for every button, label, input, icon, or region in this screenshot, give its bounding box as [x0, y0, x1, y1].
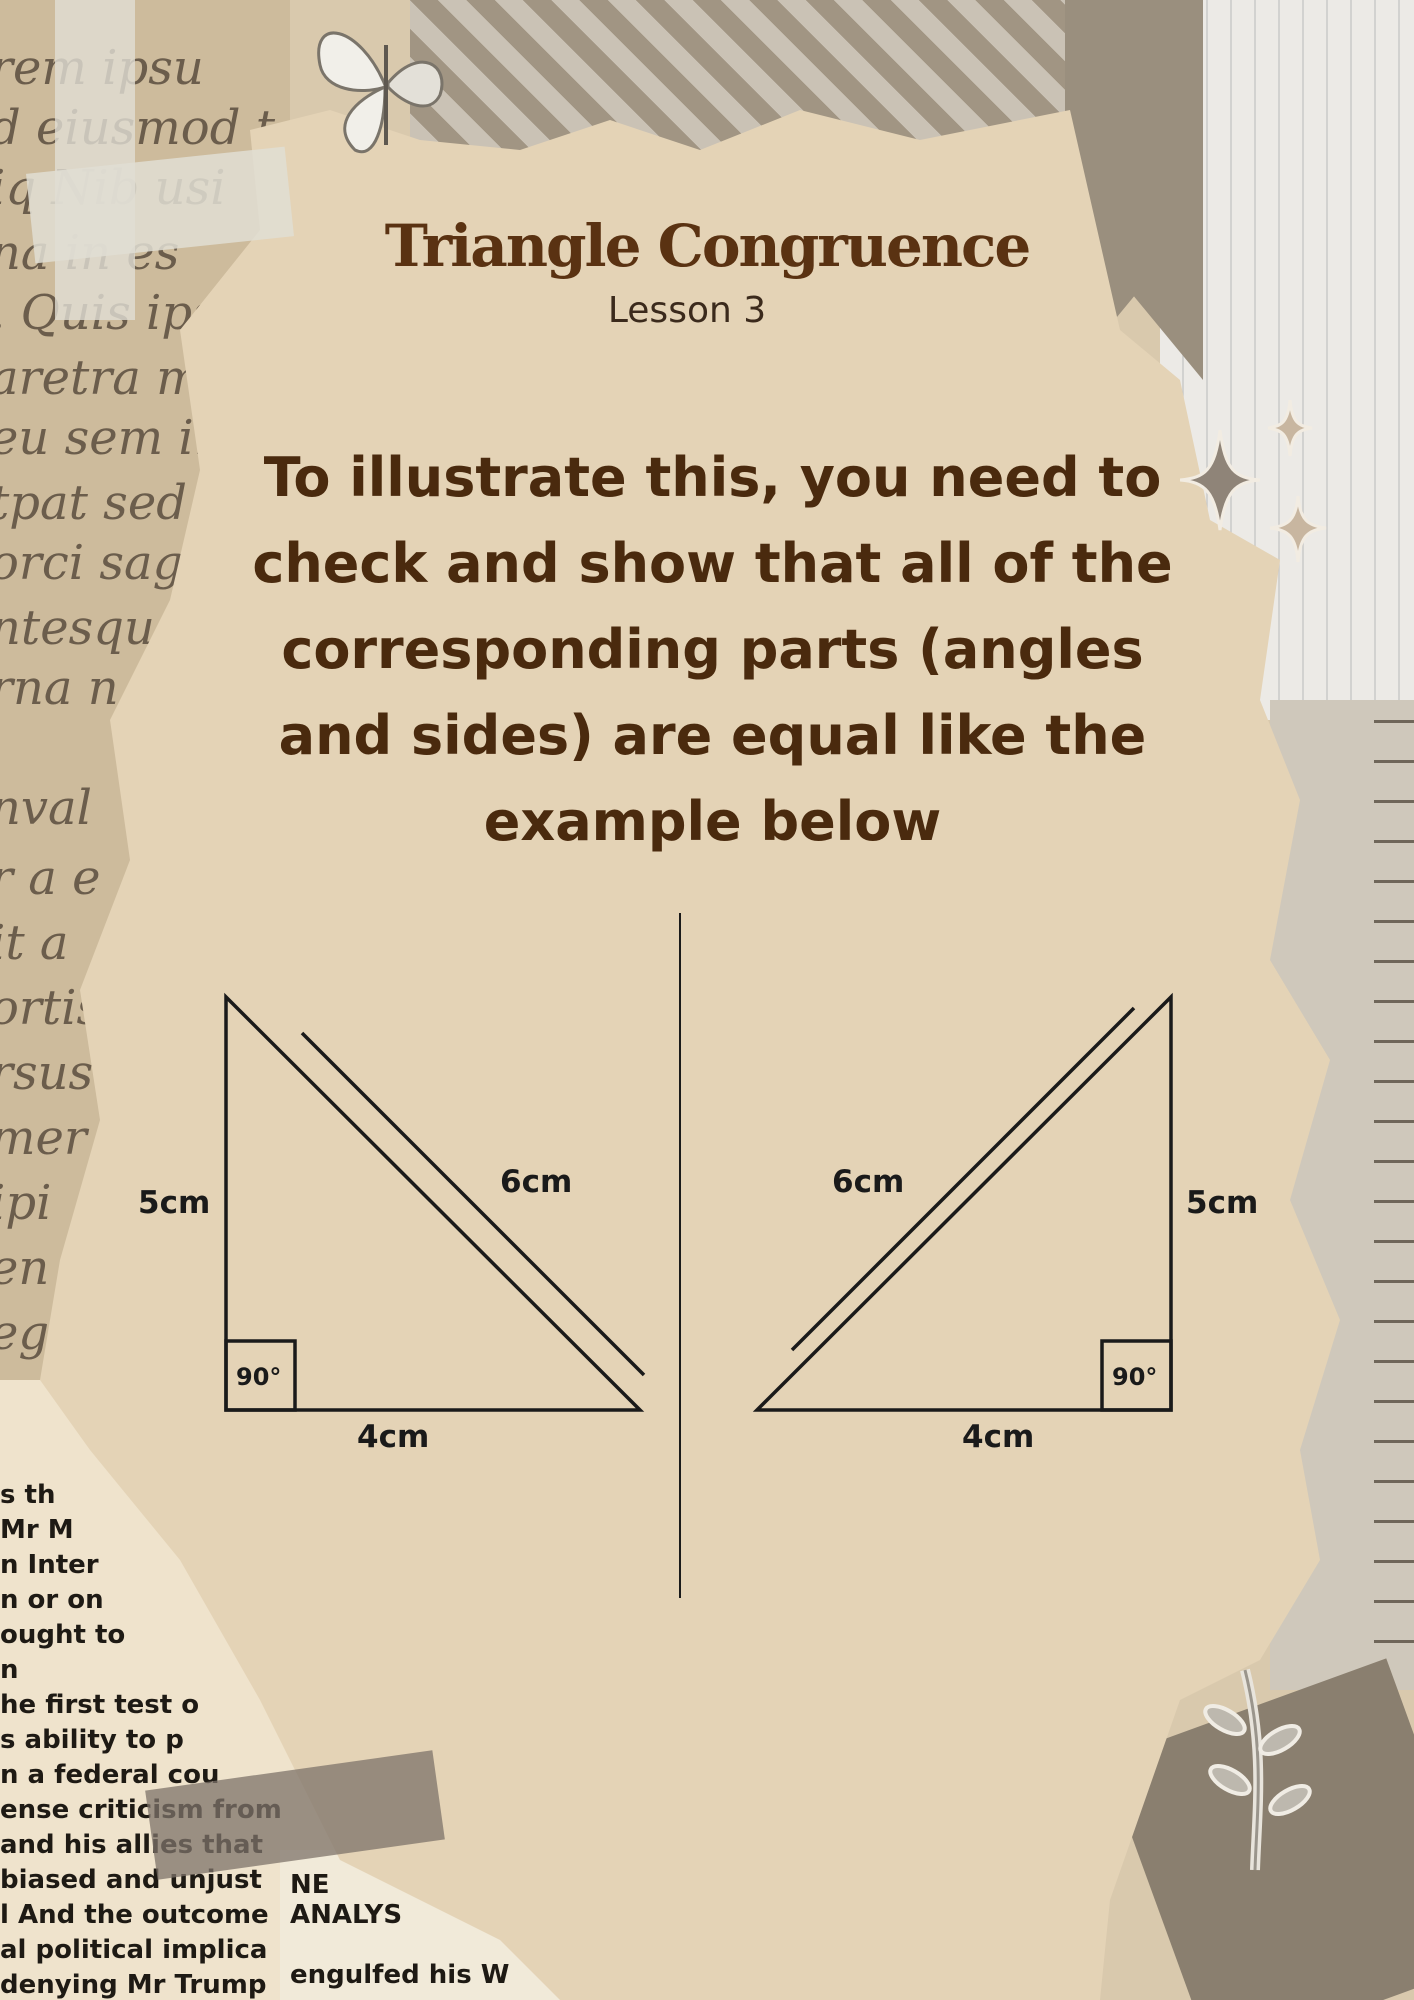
left-label-hypotenuse: 6cm: [500, 1164, 572, 1200]
right-label-base: 4cm: [962, 1419, 1034, 1455]
right-label-angle: 90°: [1112, 1363, 1157, 1391]
left-triangle-shape: [224, 992, 645, 1412]
right-label-vertical: 5cm: [1186, 1185, 1258, 1221]
left-triangle: [224, 992, 646, 1412]
left-congruence-mark: [300, 1031, 646, 1377]
left-label-base: 4cm: [357, 1419, 429, 1455]
left-label-vertical: 5cm: [138, 1185, 210, 1221]
right-triangle-shape: [752, 992, 1173, 1412]
right-label-hypotenuse: 6cm: [832, 1164, 904, 1200]
left-label-angle: 90°: [236, 1363, 281, 1391]
congruent-triangles-diagram: 5cm 6cm 4cm 90° 5cm 6cm 4cm 90°: [138, 913, 1258, 1598]
right-triangle: [752, 992, 1173, 1412]
poster: rem ipsu d eiusmod t iq Nib usi na in es…: [0, 0, 1414, 2000]
